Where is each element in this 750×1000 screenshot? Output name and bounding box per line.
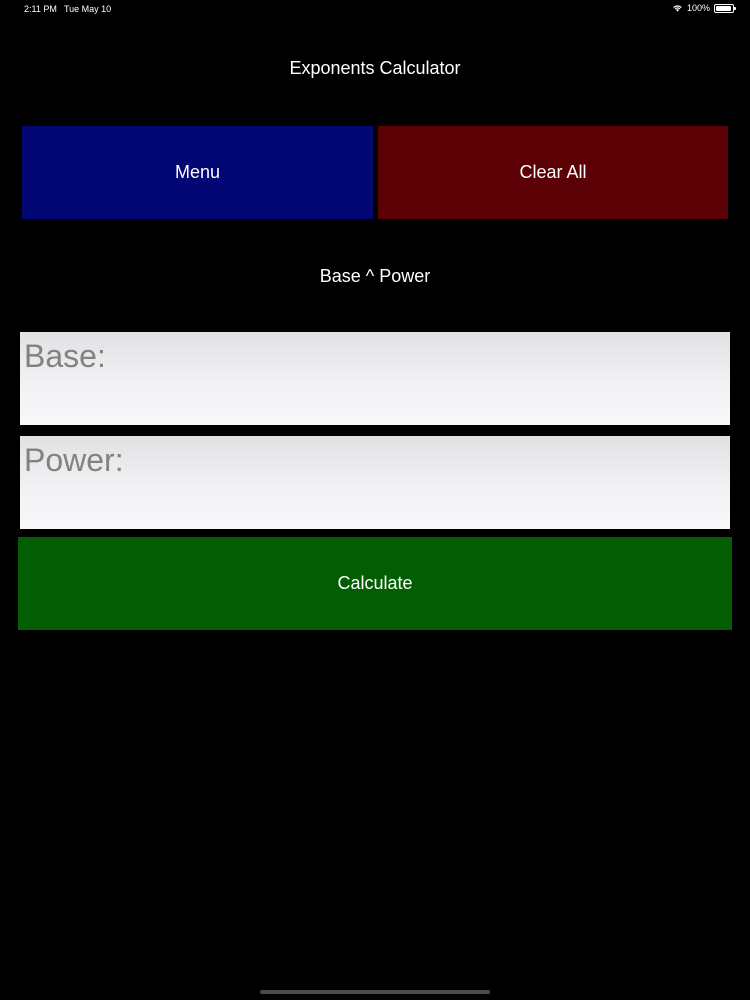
status-bar: 2:11 PM Tue May 10 100% (0, 0, 750, 20)
clear-all-button[interactable]: Clear All (378, 126, 728, 219)
page-title: Exponents Calculator (289, 58, 461, 78)
battery-icon (714, 3, 736, 13)
status-time: 2:11 PM (24, 4, 57, 14)
status-date: Tue May 10 (64, 4, 112, 14)
formula-label: Base ^ Power (319, 266, 431, 286)
wifi-icon (672, 4, 683, 12)
battery-percent: 100% (686, 3, 710, 13)
power-field-container[interactable]: Power: (20, 436, 730, 529)
home-indicator[interactable] (260, 990, 490, 994)
calculate-button[interactable]: Calculate (18, 537, 732, 630)
status-right-group: 100% (672, 3, 736, 13)
base-field-container[interactable]: Base: (20, 332, 730, 425)
power-input[interactable] (20, 436, 730, 529)
menu-button[interactable]: Menu (22, 126, 373, 219)
base-input[interactable] (20, 332, 730, 425)
